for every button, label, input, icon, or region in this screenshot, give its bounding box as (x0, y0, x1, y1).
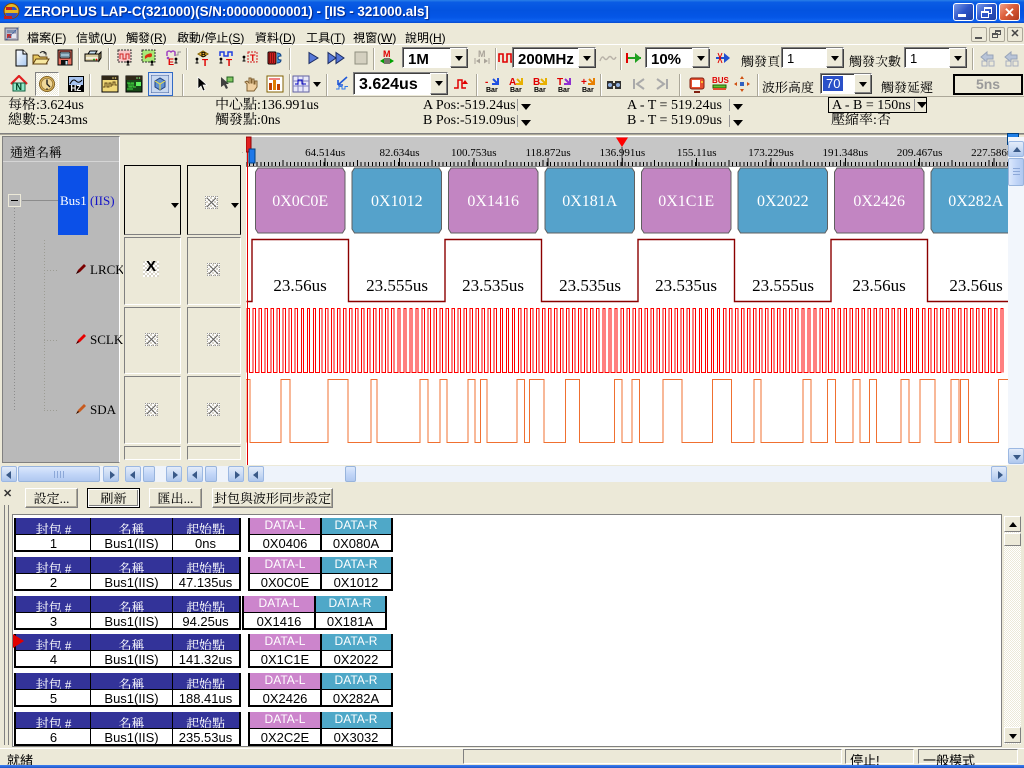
svg-text:T: T (202, 58, 208, 67)
svg-text:64.514us: 64.514us (305, 147, 345, 159)
svg-text:0X1C1E: 0X1C1E (658, 193, 714, 210)
svg-text:23.535us: 23.535us (559, 276, 621, 295)
svg-text:227.586us: 227.586us (971, 147, 1008, 159)
svg-text:191.348us: 191.348us (823, 147, 869, 159)
svg-text:100.753us: 100.753us (451, 147, 497, 159)
svg-text:23.535us: 23.535us (655, 276, 717, 295)
svg-text:155.11us: 155.11us (677, 147, 717, 159)
svg-text:0X2426: 0X2426 (853, 193, 905, 210)
svg-text:23.555us: 23.555us (752, 276, 814, 295)
svg-text:N: N (16, 82, 23, 92)
svg-text:0X181A: 0X181A (562, 193, 618, 210)
svg-text:BUS: BUS (712, 76, 729, 85)
svg-text:82.634us: 82.634us (379, 147, 419, 159)
svg-text:Bar: Bar (486, 87, 498, 93)
svg-text:23.56us: 23.56us (852, 276, 905, 295)
svg-text:T: T (250, 53, 256, 63)
svg-text:118.872us: 118.872us (526, 147, 571, 159)
svg-text:Bar: Bar (582, 87, 594, 93)
svg-text:23.56us: 23.56us (949, 276, 1002, 295)
svg-text:23.535us: 23.535us (462, 276, 524, 295)
svg-text:HZ: HZ (71, 84, 82, 93)
svg-text:209.467us: 209.467us (897, 147, 943, 159)
svg-text:M: M (383, 49, 391, 59)
svg-text:Bar: Bar (558, 87, 570, 93)
svg-text:0X1012: 0X1012 (371, 193, 423, 210)
svg-text:23.56us: 23.56us (273, 276, 326, 295)
svg-text:0X0C0E: 0X0C0E (272, 193, 328, 210)
svg-text:0X2022: 0X2022 (757, 193, 809, 210)
svg-text:23.555us: 23.555us (366, 276, 428, 295)
svg-text:Bar: Bar (534, 87, 546, 93)
svg-text:0X282A: 0X282A (948, 193, 1004, 210)
svg-text:0X1416: 0X1416 (467, 193, 519, 210)
svg-text:T: T (226, 58, 232, 67)
svg-text:173.229us: 173.229us (748, 147, 794, 159)
svg-text:Bar: Bar (510, 87, 522, 93)
svg-text:M: M (478, 49, 486, 59)
